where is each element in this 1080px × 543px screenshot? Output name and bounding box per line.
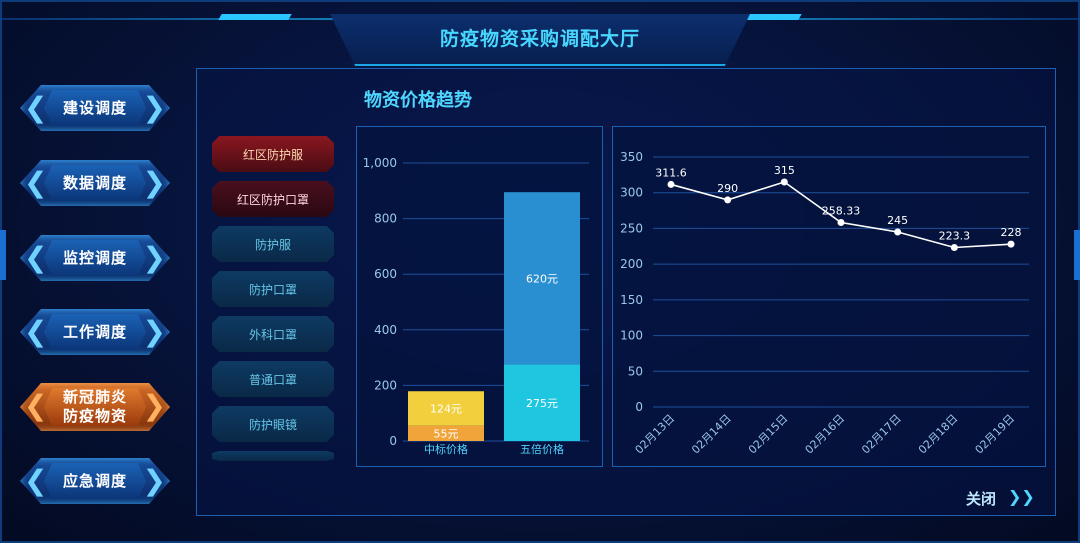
sidebar-item-monitor-dispatch[interactable]: ❮ ❯ 监控调度 [20,235,170,281]
section-title: 物资价格趋势 [364,90,472,111]
y-tick-label: 0 [635,400,643,414]
sidebar-item-label: 工作调度 [62,322,127,341]
category-protective-suit[interactable]: 防护服 [212,226,334,262]
chevron-left-icon: ❮ [24,315,48,348]
x-tick-label: 02月19日 [973,412,1018,457]
x-tick-label: 五倍价格 [520,442,564,456]
bar-chart: 0 200 400 600 800 1,000 55元 124元中标价格 275元 620元五倍价… [363,156,589,456]
sidebar-item-label: 数据调度 [62,173,127,192]
y-tick-label: 250 [620,221,643,235]
line-chart: 0 50 100 150 200 250 300 350 311.6 02月13日 290 02月14… [620,150,1029,457]
y-tick-label: 800 [374,212,397,226]
chevron-right-icon: ❯ [142,389,166,422]
header-decoration [218,14,292,20]
right-edge-tab [1074,230,1080,280]
y-tick-label: 150 [620,293,643,307]
data-label: 124元 [430,402,462,415]
y-tick-label: 300 [620,186,643,200]
sidebar-item-construction-dispatch[interactable]: ❮ ❯ 建设调度 [20,85,170,131]
category-goggles[interactable]: 防护眼镜 [212,406,334,442]
page-title: 防疫物资采购调配大厅 [439,28,640,50]
data-label: 290 [717,182,738,195]
y-tick-label: 200 [620,257,643,271]
left-edge-tab [0,230,6,280]
data-label: 228 [1001,226,1022,239]
chevron-right-icon: ❯ [142,315,166,348]
category-list-more[interactable] [212,451,334,461]
data-point [950,244,958,251]
y-tick-label: 1,000 [363,156,397,170]
double-chevron-right-icon[interactable]: ❯❯ [1008,487,1035,506]
data-label: 223.3 [939,230,971,243]
line-chart-panel: 0 50 100 150 200 250 300 350 311.6 02月13日 290 02月14… [612,126,1046,467]
chevron-left-icon: ❮ [24,241,48,274]
data-point [894,228,902,236]
data-point [837,218,845,226]
sidebar-item-label: 新冠肺炎 防疫物资 [62,388,127,425]
data-point [667,180,675,188]
data-point [1007,240,1015,248]
chevron-right-icon: ❯ [142,241,166,274]
category-red-zone-mask[interactable]: 红区防护口罩 [212,181,334,217]
data-label: 311.6 [655,166,687,179]
data-label: 245 [887,214,908,227]
sidebar-item-data-dispatch[interactable]: ❮ ❯ 数据调度 [20,160,170,206]
chevron-left-icon: ❮ [24,389,48,422]
sidebar-item-label: 建设调度 [62,98,127,117]
category-protective-mask[interactable]: 防护口罩 [212,271,334,307]
bar-chart-panel: 0 200 400 600 800 1,000 55元 124元中标价格 275元 620元五倍价… [356,126,603,467]
close-button[interactable]: 关闭 [966,488,996,509]
sidebar-item-work-dispatch[interactable]: ❮ ❯ 工作调度 [20,309,170,355]
y-tick-label: 350 [620,150,643,164]
x-tick-label: 中标价格 [424,442,468,456]
data-point [724,196,732,204]
data-label: 258.33 [822,204,861,217]
category-regular-mask[interactable]: 普通口罩 [212,361,334,397]
sidebar-item-covid-supplies[interactable]: ❮ ❯ 新冠肺炎 防疫物资 [20,383,170,431]
x-tick-label: 02月18日 [916,412,961,457]
x-tick-label: 02月15日 [746,412,791,457]
y-tick-label: 600 [374,267,397,281]
x-tick-label: 02月17日 [859,412,904,457]
sidebar-item-emergency-dispatch[interactable]: ❮ ❯ 应急调度 [20,458,170,504]
data-point [780,178,788,186]
chevron-right-icon: ❯ [142,91,166,124]
y-tick-label: 200 [374,378,397,392]
category-red-zone-suit[interactable]: 红区防护服 [212,136,334,172]
x-tick-label: 02月16日 [803,412,848,457]
data-label: 315 [774,164,795,177]
y-tick-label: 0 [389,434,397,448]
category-surgical-mask[interactable]: 外科口罩 [212,316,334,352]
chevron-right-icon: ❯ [142,166,166,199]
data-label: 275元 [526,397,558,410]
data-label: 55元 [434,427,459,440]
y-tick-label: 400 [374,323,397,337]
y-tick-label: 50 [628,364,643,378]
x-tick-label: 02月13日 [633,412,678,457]
chevron-right-icon: ❯ [142,464,166,497]
chevron-left-icon: ❮ [24,464,48,497]
sidebar-item-label: 应急调度 [62,471,127,490]
y-tick-label: 100 [620,329,643,343]
chevron-left-icon: ❮ [24,91,48,124]
chevron-left-icon: ❮ [24,166,48,199]
data-label: 620元 [526,272,558,285]
x-tick-label: 02月14日 [689,412,734,457]
sidebar-item-label: 监控调度 [62,248,127,267]
